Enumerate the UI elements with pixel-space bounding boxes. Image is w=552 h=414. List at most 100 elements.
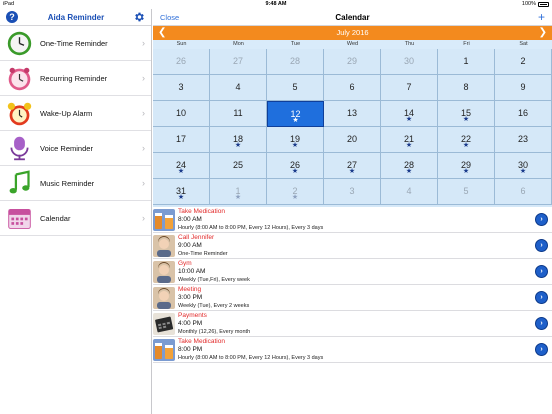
sidebar-item-label: Wake-Up Alarm xyxy=(40,109,93,118)
sidebar-item-recurring-reminder[interactable]: Recurring Reminder › xyxy=(0,61,151,96)
calendar-day[interactable]: 10 xyxy=(153,101,210,127)
sidebar-item-wake-up-alarm[interactable]: Wake-Up Alarm › xyxy=(0,96,151,131)
calendar-day[interactable]: 4 xyxy=(381,179,438,205)
day-number: 4 xyxy=(406,186,412,196)
sidebar-item-calendar[interactable]: Calendar › xyxy=(0,201,151,236)
disclosure-arrow-icon[interactable]: › xyxy=(535,213,548,226)
status-bar: iPad 9:48 AM 100% xyxy=(0,0,552,9)
weekday-label: Sun xyxy=(176,41,187,47)
disclosure-arrow-icon[interactable]: › xyxy=(535,291,548,304)
calendar-day[interactable]: 28 ★ xyxy=(381,153,438,179)
calendar-day[interactable]: 7 xyxy=(381,75,438,101)
calendar-day[interactable]: 1 ★ xyxy=(210,179,267,205)
disclosure-arrow-icon[interactable]: › xyxy=(535,343,548,356)
calendar-day[interactable]: 3 xyxy=(153,75,210,101)
calendar-day[interactable]: 21 ★ xyxy=(381,127,438,153)
day-number: 6 xyxy=(349,82,355,92)
calendar-day[interactable]: 11 xyxy=(210,101,267,127)
calendar-day[interactable]: 28 xyxy=(267,49,324,75)
calendar-day[interactable]: 22 ★ xyxy=(438,127,495,153)
calendar-day[interactable]: 26 xyxy=(153,49,210,75)
calendar-day[interactable]: 24 ★ xyxy=(153,153,210,179)
event-row[interactable]: Take Medication 8:00 PM Hourly (8:00 AM to… xyxy=(153,337,552,363)
event-row[interactable]: Meeting 3:00 PM Weekly (Tue), Every 2 week… xyxy=(153,285,552,311)
sidebar-item-one-time-reminder[interactable]: One-Time Reminder › xyxy=(0,26,151,61)
nav-bar: Close Calendar + xyxy=(153,9,552,26)
star-icon: ★ xyxy=(291,194,299,201)
day-number: 30 xyxy=(403,56,414,66)
calendar-day[interactable]: 2 ★ xyxy=(267,179,324,205)
calendar-day[interactable]: 8 xyxy=(438,75,495,101)
add-button[interactable]: + xyxy=(538,9,545,26)
event-row[interactable]: Call Jennifer 9:00 AM One-Time Reminder › xyxy=(153,233,552,259)
calendar-day[interactable]: 14 ★ xyxy=(381,101,438,127)
event-list: Take Medication 8:00 AM Hourly (8:00 AM to… xyxy=(153,207,552,363)
disclosure-arrow-icon[interactable]: › xyxy=(535,239,548,252)
star-icon: ★ xyxy=(234,194,242,201)
day-number: 27 xyxy=(232,56,243,66)
chevron-right-icon: › xyxy=(142,108,145,118)
weekday-label: Wed xyxy=(346,41,359,47)
day-number: 20 xyxy=(346,134,357,144)
sidebar: ? Aida Reminder One-Time Reminder › Recu… xyxy=(0,9,152,414)
calendar-day[interactable]: 1 xyxy=(438,49,495,75)
calendar-day[interactable]: 30 xyxy=(381,49,438,75)
calendar-day[interactable]: 29 ★ xyxy=(438,153,495,179)
day-number: 1 xyxy=(463,56,469,66)
calendar-day[interactable]: 6 xyxy=(495,179,552,205)
music-note-icon xyxy=(9,170,30,194)
calendar-day[interactable]: 2 xyxy=(495,49,552,75)
event-time: 8:00 PM xyxy=(178,346,203,353)
sidebar-item-music-reminder[interactable]: Music Reminder › xyxy=(0,166,151,201)
disclosure-arrow-icon[interactable]: › xyxy=(535,265,548,278)
sidebar-item-voice-reminder[interactable]: Voice Reminder › xyxy=(0,131,151,166)
calendar-day[interactable]: 18 ★ xyxy=(210,127,267,153)
calendar-day[interactable]: 19 ★ xyxy=(267,127,324,153)
calendar-day[interactable]: 27 xyxy=(210,49,267,75)
pills-thumbnail xyxy=(153,339,175,361)
day-number: 9 xyxy=(520,82,526,92)
calendar-day[interactable]: 23 xyxy=(495,127,552,153)
day-number: 17 xyxy=(175,134,186,144)
gear-icon[interactable] xyxy=(133,11,145,23)
event-title: Meeting xyxy=(178,286,202,293)
calendar-day[interactable]: 31 ★ xyxy=(153,179,210,205)
calendar-day[interactable]: 5 xyxy=(438,179,495,205)
day-number: 3 xyxy=(178,82,184,92)
calendar-day[interactable]: 9 xyxy=(495,75,552,101)
sidebar-item-label: Music Reminder xyxy=(40,179,95,188)
star-icon: ★ xyxy=(234,142,242,149)
event-detail: Weekly (Tue), Every 2 weeks xyxy=(178,303,250,309)
calendar-day[interactable]: 29 xyxy=(324,49,381,75)
star-icon: ★ xyxy=(348,168,356,175)
event-detail: Hourly (8:00 AM to 8:00 PM, Every 12 Hou… xyxy=(178,225,324,231)
calendar-day[interactable]: 20 xyxy=(324,127,381,153)
calendar-day[interactable]: 13 xyxy=(324,101,381,127)
calendar-day[interactable]: 4 xyxy=(210,75,267,101)
event-row[interactable]: Payments 4:00 PM Monthly (12,26), Every mo… xyxy=(153,311,552,337)
disclosure-arrow-icon[interactable]: › xyxy=(535,317,548,330)
star-icon: ★ xyxy=(405,116,413,123)
calendar-day-selected[interactable]: 12 ★ xyxy=(267,101,324,127)
calendar-day[interactable]: 17 xyxy=(153,127,210,153)
calendar-day[interactable]: 26 ★ xyxy=(267,153,324,179)
event-row[interactable]: Take Medication 8:00 AM Hourly (8:00 AM to… xyxy=(153,207,552,233)
calendar-day[interactable]: 27 ★ xyxy=(324,153,381,179)
calendar-day[interactable]: 25 xyxy=(210,153,267,179)
calendar-day[interactable]: 30 ★ xyxy=(495,153,552,179)
star-icon: ★ xyxy=(291,142,299,149)
calendar-day[interactable]: 3 xyxy=(324,179,381,205)
calendar-day[interactable]: 15 ★ xyxy=(438,101,495,127)
calendar-day[interactable]: 5 xyxy=(267,75,324,101)
star-icon: ★ xyxy=(177,194,185,201)
next-month-button[interactable]: ❯ xyxy=(539,26,547,40)
event-row[interactable]: Gym 10:00 AM Weekly (Tue,Fri), Every week › xyxy=(153,259,552,285)
star-icon: ★ xyxy=(177,168,185,175)
day-number: 5 xyxy=(463,186,469,196)
chevron-right-icon: › xyxy=(142,73,145,83)
star-icon: ★ xyxy=(462,142,470,149)
event-detail: One-Time Reminder xyxy=(178,251,228,257)
calendar-day[interactable]: 16 xyxy=(495,101,552,127)
calendar-grid: 26 27 28 29 30 1 2 3 4 5 6 7 8 9 10 11 12 ★ 13 14 ★ 15 ★ 16 17 18… xyxy=(153,49,552,207)
calendar-day[interactable]: 6 xyxy=(324,75,381,101)
